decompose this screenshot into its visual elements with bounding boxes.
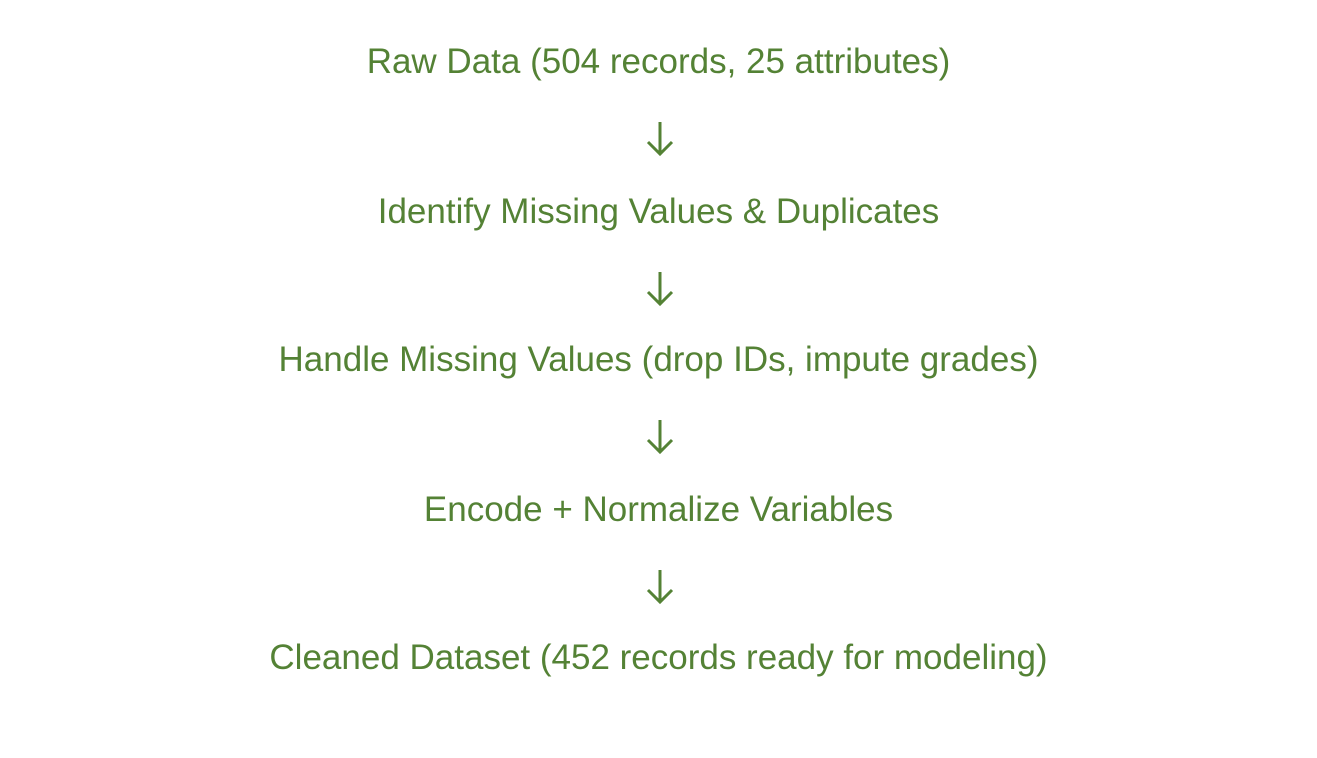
step-raw-data: Raw Data (504 records, 25 attributes) <box>366 42 951 81</box>
step-cleaned-dataset: Cleaned Dataset (452 records ready for m… <box>269 638 1048 677</box>
arrow-down-icon <box>646 122 674 157</box>
step-handle-missing: Handle Missing Values (drop IDs, impute … <box>278 340 1039 379</box>
arrow-down-icon <box>646 272 674 307</box>
arrow-down-icon <box>646 570 674 605</box>
step-encode-normalize: Encode + Normalize Variables <box>423 490 894 529</box>
arrow-down-icon <box>646 420 674 455</box>
step-identify-missing: Identify Missing Values & Duplicates <box>377 192 940 231</box>
